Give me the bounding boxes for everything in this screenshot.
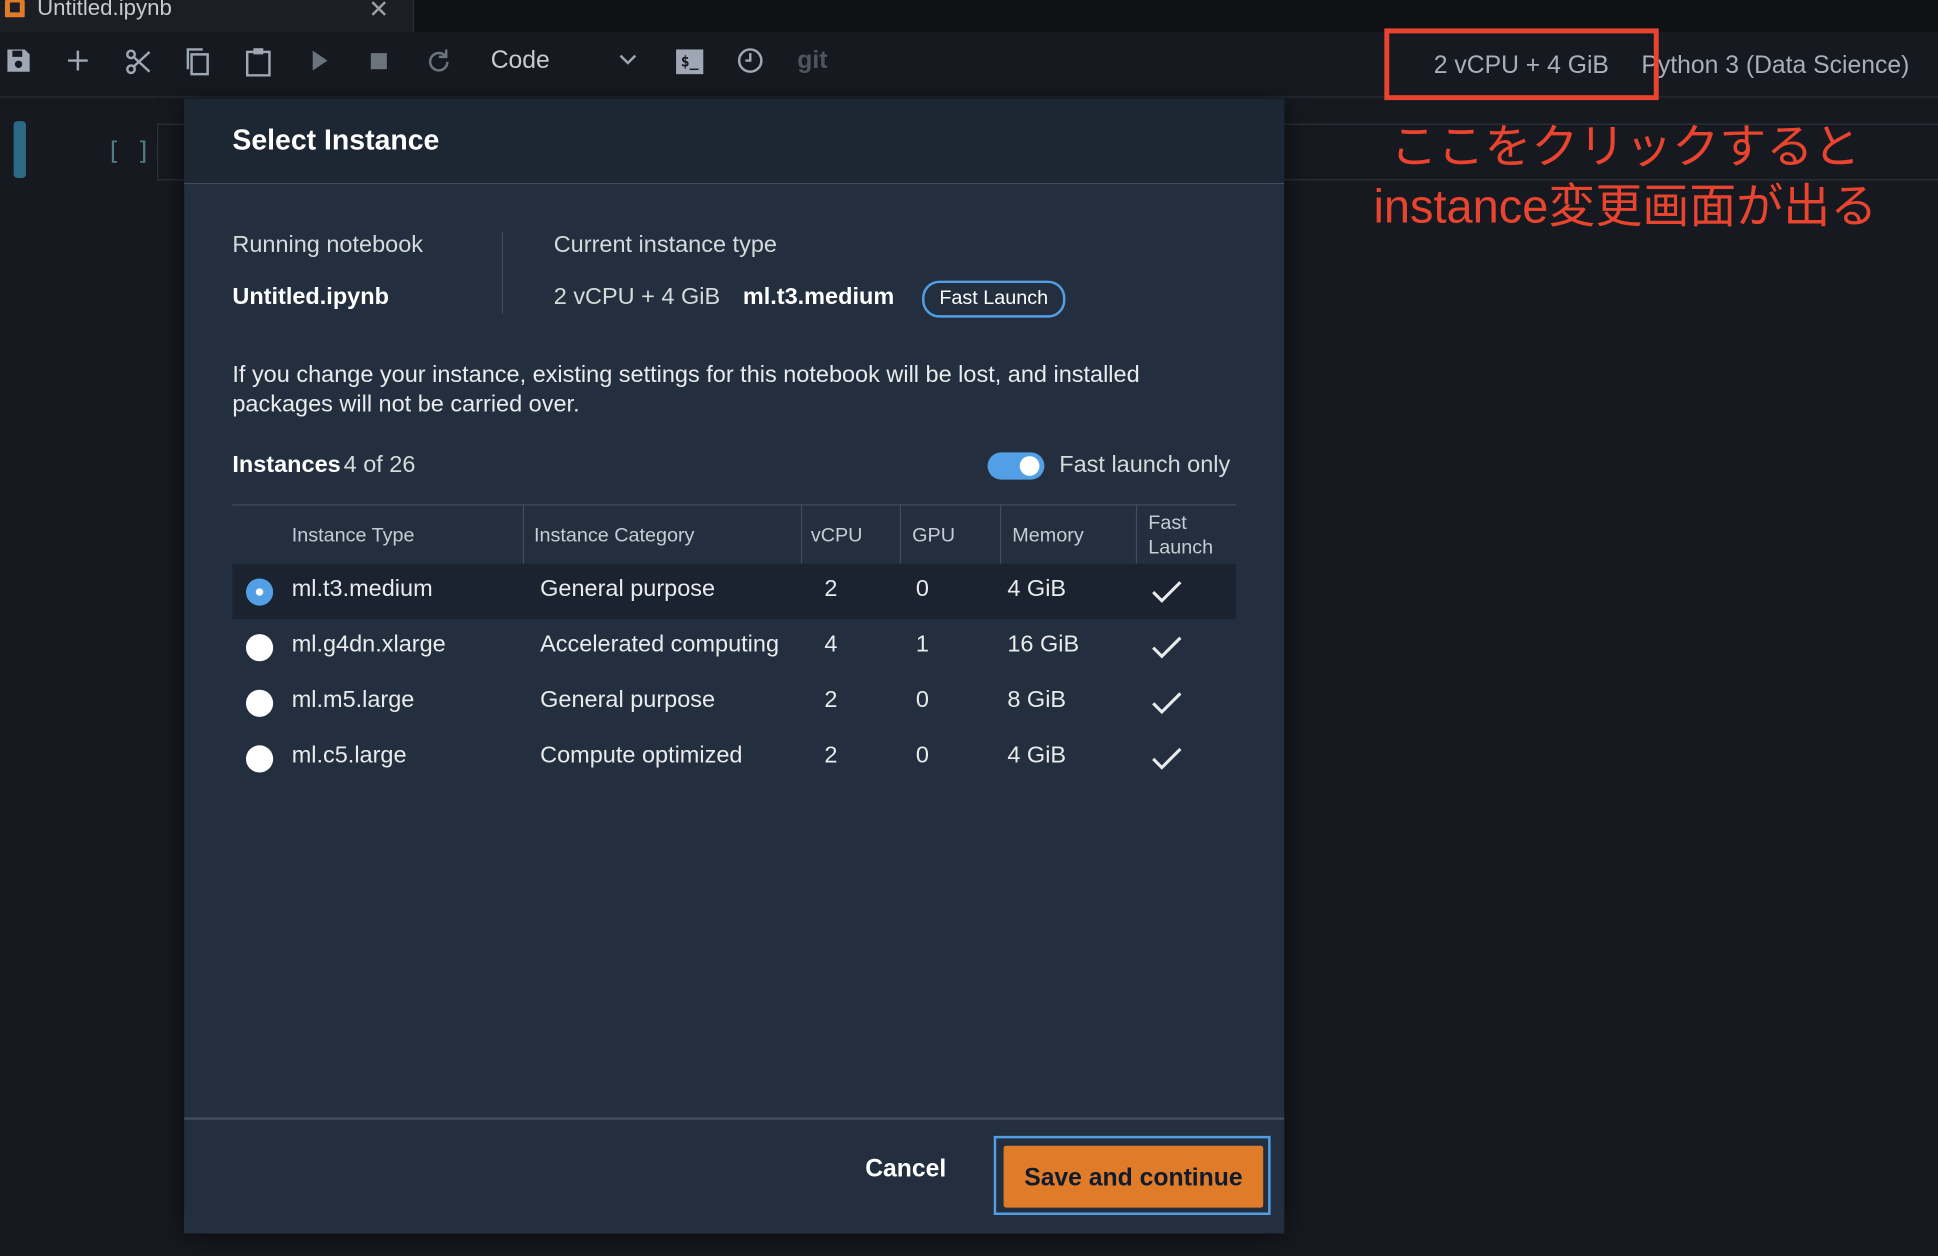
cell-gpu: 0 [915, 687, 929, 714]
radio-unselected[interactable] [245, 634, 274, 662]
current-instance-name: ml.t3.medium [742, 284, 895, 311]
cell-memory: 4 GiB [1007, 742, 1067, 769]
copy-icon[interactable] [184, 47, 211, 77]
header-divider [522, 505, 525, 564]
header-divider [800, 505, 803, 564]
cell-vcpu: 2 [824, 575, 838, 602]
radio-unselected[interactable] [245, 745, 274, 773]
radio-unselected[interactable] [245, 689, 274, 717]
notebook-icon [4, 0, 25, 18]
cell-vcpu: 2 [824, 742, 838, 769]
current-instance-spec: 2 vCPU + 4 GiB [553, 284, 721, 311]
fast-launch-badge: Fast Launch [922, 280, 1066, 318]
check-icon [1151, 745, 1183, 778]
annotation-line-1: ここをクリックすると [1390, 122, 1861, 175]
tab-title: Untitled.ipynb [37, 0, 172, 20]
instances-count: 4 of 26 [343, 452, 416, 479]
cell-memory: 8 GiB [1007, 687, 1067, 714]
tab-bar: Untitled.ipynb ✕ [0, 0, 1938, 33]
check-icon [1151, 690, 1183, 723]
header-vcpu: vCPU [810, 525, 863, 547]
header-instance-category: Instance Category [533, 525, 695, 547]
header-instance-type: Instance Type [291, 525, 415, 547]
paste-icon[interactable] [245, 47, 272, 77]
save-icon[interactable] [5, 47, 32, 74]
dialog-header: Select Instance [184, 98, 1285, 185]
chevron-down-icon[interactable] [618, 49, 638, 75]
notebook-tab[interactable]: Untitled.ipynb ✕ [0, 0, 415, 33]
cell-type-select[interactable]: Code [491, 47, 550, 75]
run-icon[interactable] [309, 47, 331, 74]
cancel-button[interactable]: Cancel [858, 1154, 954, 1185]
cell-gpu: 0 [915, 575, 929, 602]
cell-instance-category: General purpose [540, 687, 716, 714]
cell-vcpu: 2 [824, 687, 838, 714]
header-divider [899, 505, 902, 564]
change-instance-warning: If you change your instance, existing se… [232, 362, 1140, 418]
cut-icon[interactable] [124, 47, 154, 77]
table-row[interactable]: ml.m5.large General purpose 2 0 8 GiB [232, 675, 1236, 731]
annotation-highlight-box [1384, 28, 1659, 101]
clock-icon[interactable] [737, 47, 764, 74]
kernel-name[interactable]: Python 3 (Data Science) [1641, 52, 1909, 80]
fast-launch-toggle[interactable] [987, 452, 1045, 480]
annotation-line-2: instance変更画面が出る [1373, 181, 1878, 234]
cell-memory: 4 GiB [1007, 575, 1067, 602]
running-notebook-label: Running notebook [232, 232, 424, 259]
header-divider [1135, 505, 1138, 564]
annotation-text: ここをクリックすると instance変更画面が出る [1335, 119, 1916, 238]
restart-icon[interactable] [424, 47, 454, 77]
active-cell-marker [13, 121, 26, 178]
check-icon [1151, 634, 1183, 667]
cell-instance-type: ml.c5.large [291, 742, 407, 769]
header-memory: Memory [1012, 525, 1084, 547]
cell-gpu: 0 [915, 742, 929, 769]
select-instance-dialog: Select Instance Running notebook Untitle… [184, 98, 1285, 1234]
running-notebook-value: Untitled.ipynb [232, 284, 389, 311]
git-button[interactable]: git [797, 47, 827, 75]
save-and-continue-button[interactable]: Save and continue [1003, 1145, 1264, 1208]
cell-memory: 16 GiB [1007, 631, 1080, 658]
table-row[interactable]: ml.g4dn.xlarge Accelerated computing 4 1… [232, 619, 1236, 675]
cell-gpu: 1 [915, 631, 929, 658]
cell-instance-category: Compute optimized [540, 742, 743, 769]
stop-icon[interactable] [368, 47, 390, 74]
dialog-footer: Cancel Save and continue [184, 1117, 1285, 1234]
table-header: Instance Type Instance Category vCPU GPU… [232, 504, 1237, 567]
header-gpu: GPU [912, 525, 956, 547]
header-divider [999, 505, 1002, 564]
radio-selected[interactable] [245, 578, 274, 606]
table-row[interactable]: ml.t3.medium General purpose 2 0 4 GiB [232, 563, 1237, 620]
cell-instance-category: Accelerated computing [540, 631, 780, 658]
fast-launch-toggle-label: Fast launch only [1059, 452, 1231, 479]
cell-instance-type: ml.t3.medium [291, 575, 433, 602]
table-row[interactable]: ml.c5.large Compute optimized 2 0 4 GiB [232, 730, 1236, 786]
header-fast-launch: Fast Launch [1148, 512, 1214, 559]
check-icon [1151, 578, 1183, 611]
cell-vcpu: 4 [824, 631, 838, 658]
terminal-icon[interactable]: $_ [676, 49, 704, 75]
info-divider [501, 232, 504, 314]
cell-instance-type: ml.m5.large [291, 687, 415, 714]
dialog-title: Select Instance [232, 123, 440, 156]
instances-label: Instances [232, 452, 341, 479]
close-icon[interactable]: ✕ [368, 0, 389, 25]
cell-instance-category: General purpose [540, 575, 716, 602]
cell-instance-type: ml.g4dn.xlarge [291, 631, 446, 658]
current-instance-label: Current instance type [553, 232, 777, 259]
add-cell-icon[interactable] [64, 47, 91, 74]
